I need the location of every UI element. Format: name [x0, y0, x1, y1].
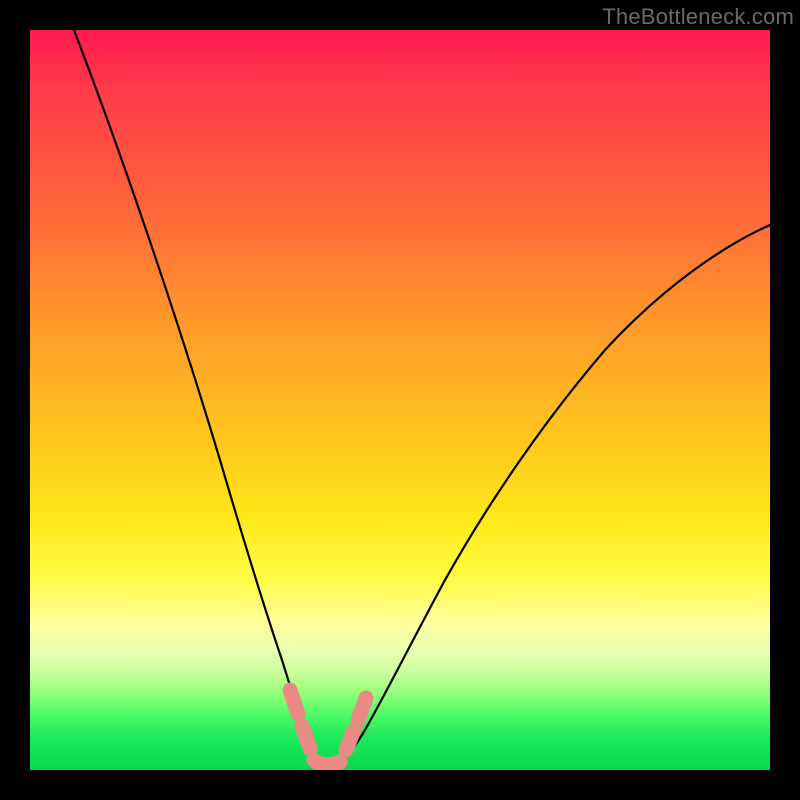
curve-right-branch: [330, 225, 770, 766]
salmon-seg-4: [358, 698, 366, 720]
watermark-text: TheBottleneck.com: [602, 4, 794, 30]
plot-area: [30, 30, 770, 770]
salmon-seg-3: [346, 730, 354, 750]
salmon-seg-bottom: [314, 760, 340, 765]
curve-svg: [30, 30, 770, 770]
chart-frame: TheBottleneck.com: [0, 0, 800, 800]
valley-highlight: [290, 690, 366, 765]
salmon-seg-1: [290, 690, 298, 714]
curve-left-branch: [74, 30, 323, 766]
salmon-seg-2: [302, 726, 310, 748]
